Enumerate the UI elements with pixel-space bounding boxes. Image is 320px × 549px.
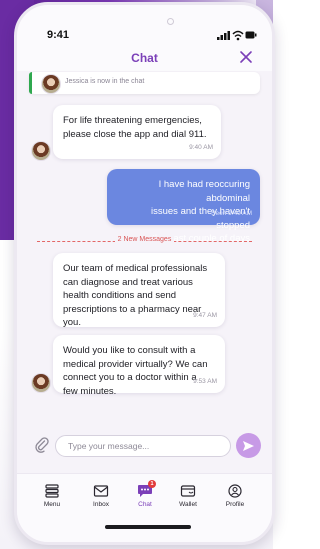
message-text: Would you like to consult with a medical… (63, 345, 208, 397)
tab-menu[interactable]: Menu (29, 484, 75, 520)
message-bubble-incoming: Our team of medical professionals can di… (53, 253, 225, 328)
chat-unread-badge: 1 (148, 480, 156, 488)
phone-frame: 9:41 Chat Jessica is now in the chat For… (14, 2, 275, 545)
chat-header: Chat (17, 45, 272, 71)
message-seen-status: Seen 9:40 AM (211, 209, 252, 217)
message-time: 9:40 AM (189, 143, 213, 151)
tab-label: Menu (43, 501, 61, 508)
wallet-icon (180, 485, 196, 497)
tab-wallet[interactable]: Wallet (165, 484, 211, 520)
new-messages-label: 2 New Messages (114, 236, 175, 243)
status-icons (217, 30, 257, 41)
profile-icon (228, 484, 242, 498)
signal-icon (217, 31, 230, 40)
message-bubble-incoming: Would you like to consult with a medical… (53, 335, 225, 397)
message-text: For life threatening emergencies, please… (63, 115, 207, 140)
agent-avatar (31, 373, 51, 393)
agent-avatar (41, 74, 61, 94)
agent-joined-text: Jessica is now in the chat (65, 78, 145, 85)
camera-dot (167, 18, 174, 25)
agent-joined-notice: Jessica is now in the chat (29, 72, 260, 94)
message-time: 9:53 AM (193, 377, 217, 385)
status-time: 9:41 (47, 29, 70, 41)
home-indicator (105, 525, 191, 529)
message-bubble-incoming: For life threatening emergencies, please… (53, 105, 221, 159)
send-button[interactable] (236, 433, 261, 458)
wifi-icon (232, 30, 244, 41)
online-accent (29, 72, 32, 94)
tab-chat[interactable]: 1 Chat (122, 480, 168, 520)
paperclip-icon[interactable] (35, 437, 49, 453)
page-title: Chat (131, 51, 158, 65)
send-icon (243, 441, 254, 451)
tab-label: Chat (138, 501, 152, 508)
tab-label: Inbox (93, 501, 109, 508)
agent-avatar (31, 141, 51, 161)
message-input[interactable] (55, 435, 231, 457)
close-icon[interactable] (239, 50, 253, 64)
battery-icon (245, 31, 257, 39)
new-messages-divider: 2 New Messages (29, 235, 260, 247)
tab-label: Wallet (179, 501, 197, 508)
menu-icon (45, 484, 59, 498)
message-composer (17, 425, 272, 467)
message-time: 9:47 AM (193, 311, 217, 319)
tab-profile[interactable]: Profile (212, 484, 258, 520)
tab-inbox[interactable]: Inbox (78, 484, 124, 520)
envelope-icon (93, 485, 109, 497)
tab-label: Profile (225, 501, 245, 508)
message-bubble-outgoing: I have had reoccuring abdominal issues a… (107, 169, 260, 244)
bottom-tab-bar: Menu Inbox 1 Chat Wallet Profile (17, 473, 272, 542)
status-bar: 9:41 (17, 5, 272, 49)
